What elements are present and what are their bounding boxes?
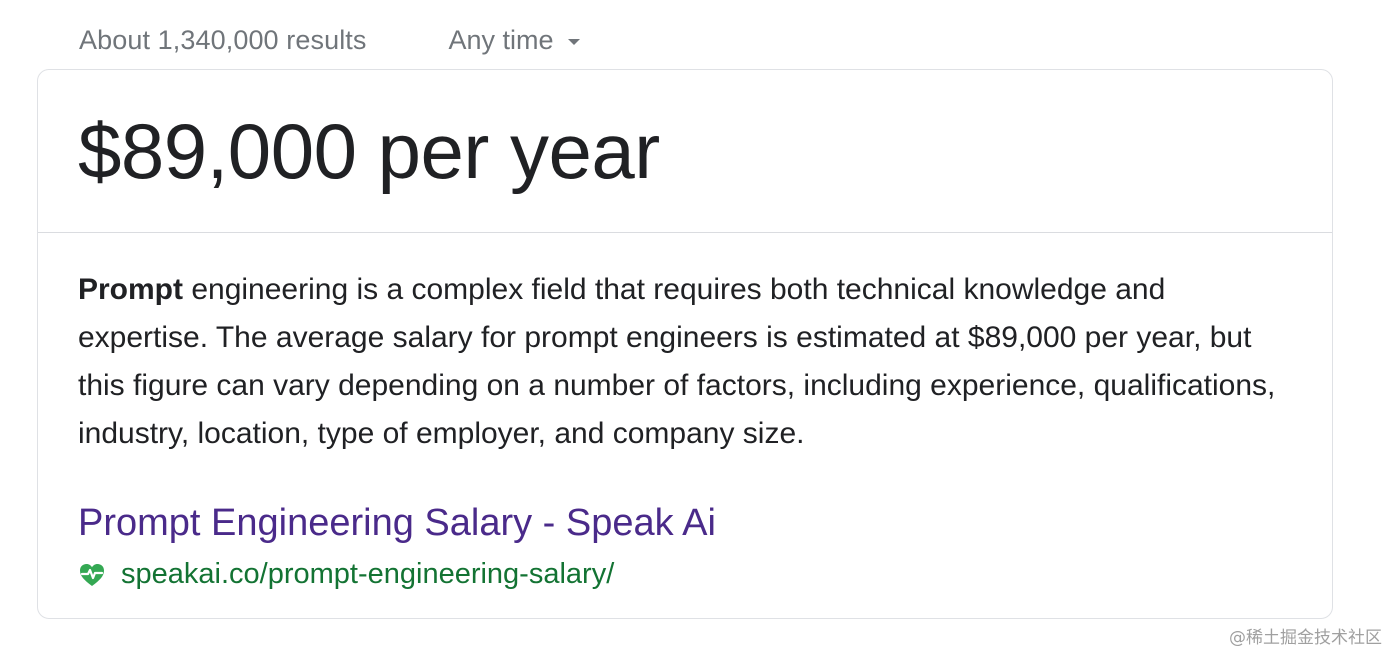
chevron-down-icon bbox=[567, 38, 580, 45]
snippet-body: engineering is a complex field that requ… bbox=[78, 273, 1276, 450]
featured-answer: $89,000 per year bbox=[78, 107, 660, 195]
search-tools-bar: About 1,340,000 results Any time bbox=[79, 22, 580, 58]
snippet-highlight: Prompt bbox=[78, 273, 183, 306]
source-title-link[interactable]: Prompt Engineering Salary - Speak Ai bbox=[78, 498, 716, 548]
time-filter-label: Any time bbox=[448, 24, 554, 55]
snippet-text: Prompt engineering is a complex field th… bbox=[78, 266, 1288, 458]
featured-snippet-card: $89,000 per year Prompt engineering is a… bbox=[37, 69, 1333, 619]
time-filter-dropdown[interactable]: Any time bbox=[449, 25, 580, 56]
source-url-row[interactable]: speakai.co/prompt-engineering-salary/ bbox=[78, 558, 614, 591]
heart-pulse-icon bbox=[78, 561, 106, 589]
source-url: speakai.co/prompt-engineering-salary/ bbox=[121, 558, 615, 590]
watermark-text: @稀土掘金技术社区 bbox=[1229, 628, 1382, 648]
results-count: About 1,340,000 results bbox=[79, 24, 367, 55]
card-divider bbox=[38, 232, 1332, 233]
